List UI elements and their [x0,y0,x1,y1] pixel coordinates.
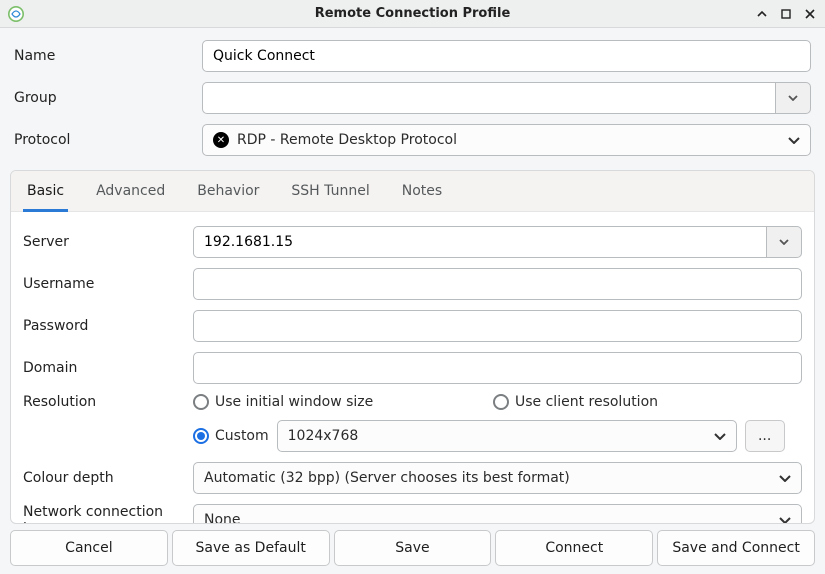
tab-ssh-tunnel[interactable]: SSH Tunnel [287,175,373,212]
header-area: Name Group Protocol ✕ RDP - Remote Deskt… [0,28,825,164]
password-input[interactable] [193,310,802,342]
network-type-label: Network connection type [23,504,185,523]
username-label: Username [23,276,185,292]
row-name: Name [14,40,811,72]
colour-depth-label: Colour depth [23,470,185,486]
protocol-label: Protocol [14,132,194,148]
row-password: Password [23,310,802,342]
tab-bar: Basic Advanced Behavior SSH Tunnel Notes [11,171,814,212]
footer-buttons: Cancel Save as Default Save Connect Save… [0,524,825,574]
row-domain: Domain [23,352,802,384]
name-input[interactable] [202,40,811,72]
name-label: Name [14,48,194,64]
network-type-value: None [204,512,241,523]
custom-resolution-select[interactable]: 1024x768 [277,420,737,452]
group-label: Group [14,90,194,106]
server-combo[interactable] [193,226,802,258]
chevron-down-icon [779,517,791,524]
protocol-value: RDP - Remote Desktop Protocol [237,132,457,148]
server-label: Server [23,234,185,250]
radio-initial-label: Use initial window size [215,394,373,410]
connect-button[interactable]: Connect [495,530,653,566]
custom-resolution-value: 1024x768 [288,428,359,444]
chevron-down-icon [788,95,798,101]
titlebar: Remote Connection Profile [0,0,825,28]
tab-basic[interactable]: Basic [23,175,68,212]
window-title: Remote Connection Profile [0,6,825,21]
row-server: Server [23,226,802,258]
close-button[interactable] [803,7,817,21]
row-colour-depth: Colour depth Automatic (32 bpp) (Server … [23,462,802,494]
resolution-group: Use initial window size Use client resol… [193,394,802,452]
domain-input[interactable] [193,352,802,384]
group-combo-value[interactable] [202,82,775,114]
row-protocol: Protocol ✕ RDP - Remote Desktop Protocol [14,124,811,156]
network-type-select[interactable]: None [193,504,802,523]
tab-content-basic: Server Username Password [11,212,814,523]
maximize-button[interactable] [779,7,793,21]
radio-icon [493,394,509,410]
more-label: ... [758,428,771,444]
chevron-down-icon [714,433,726,440]
window-controls [755,7,817,21]
chevron-down-icon [788,137,800,144]
radio-initial-window[interactable]: Use initial window size [193,394,493,410]
custom-resolution-more-button[interactable]: ... [745,420,785,452]
rdp-icon: ✕ [213,132,229,148]
chevron-down-icon [779,239,789,245]
server-combo-arrow[interactable] [766,226,802,258]
row-group: Group [14,82,811,114]
save-and-connect-button[interactable]: Save and Connect [657,530,815,566]
row-username: Username [23,268,802,300]
tabs-container: Basic Advanced Behavior SSH Tunnel Notes… [10,170,815,524]
app-icon [8,6,24,22]
radio-custom-label: Custom [215,428,269,444]
radio-icon [193,428,209,444]
save-button[interactable]: Save [334,530,492,566]
row-network-type: Network connection type None [23,504,802,523]
password-label: Password [23,318,185,334]
row-resolution: Resolution Use initial window size Use c… [23,394,802,452]
save-as-default-button[interactable]: Save as Default [172,530,330,566]
radio-client-resolution[interactable]: Use client resolution [493,394,793,410]
radio-icon [193,394,209,410]
protocol-select[interactable]: ✕ RDP - Remote Desktop Protocol [202,124,811,156]
resolution-line-1: Use initial window size Use client resol… [193,394,802,410]
roll-up-button[interactable] [755,7,769,21]
radio-custom[interactable]: Custom [193,428,269,444]
tab-behavior[interactable]: Behavior [193,175,263,212]
username-input[interactable] [193,268,802,300]
chevron-down-icon [779,475,791,482]
colour-depth-value: Automatic (32 bpp) (Server chooses its b… [204,470,570,486]
resolution-line-2: Custom 1024x768 ... [193,420,802,452]
window-root: Remote Connection Profile Name Group [0,0,825,574]
domain-label: Domain [23,360,185,376]
group-combo-arrow[interactable] [775,82,811,114]
radio-client-label: Use client resolution [515,394,658,410]
tab-notes[interactable]: Notes [398,175,446,212]
cancel-button[interactable]: Cancel [10,530,168,566]
server-input[interactable] [193,226,766,258]
group-combo[interactable] [202,82,811,114]
tab-advanced[interactable]: Advanced [92,175,169,212]
resolution-label: Resolution [23,394,185,410]
colour-depth-select[interactable]: Automatic (32 bpp) (Server chooses its b… [193,462,802,494]
